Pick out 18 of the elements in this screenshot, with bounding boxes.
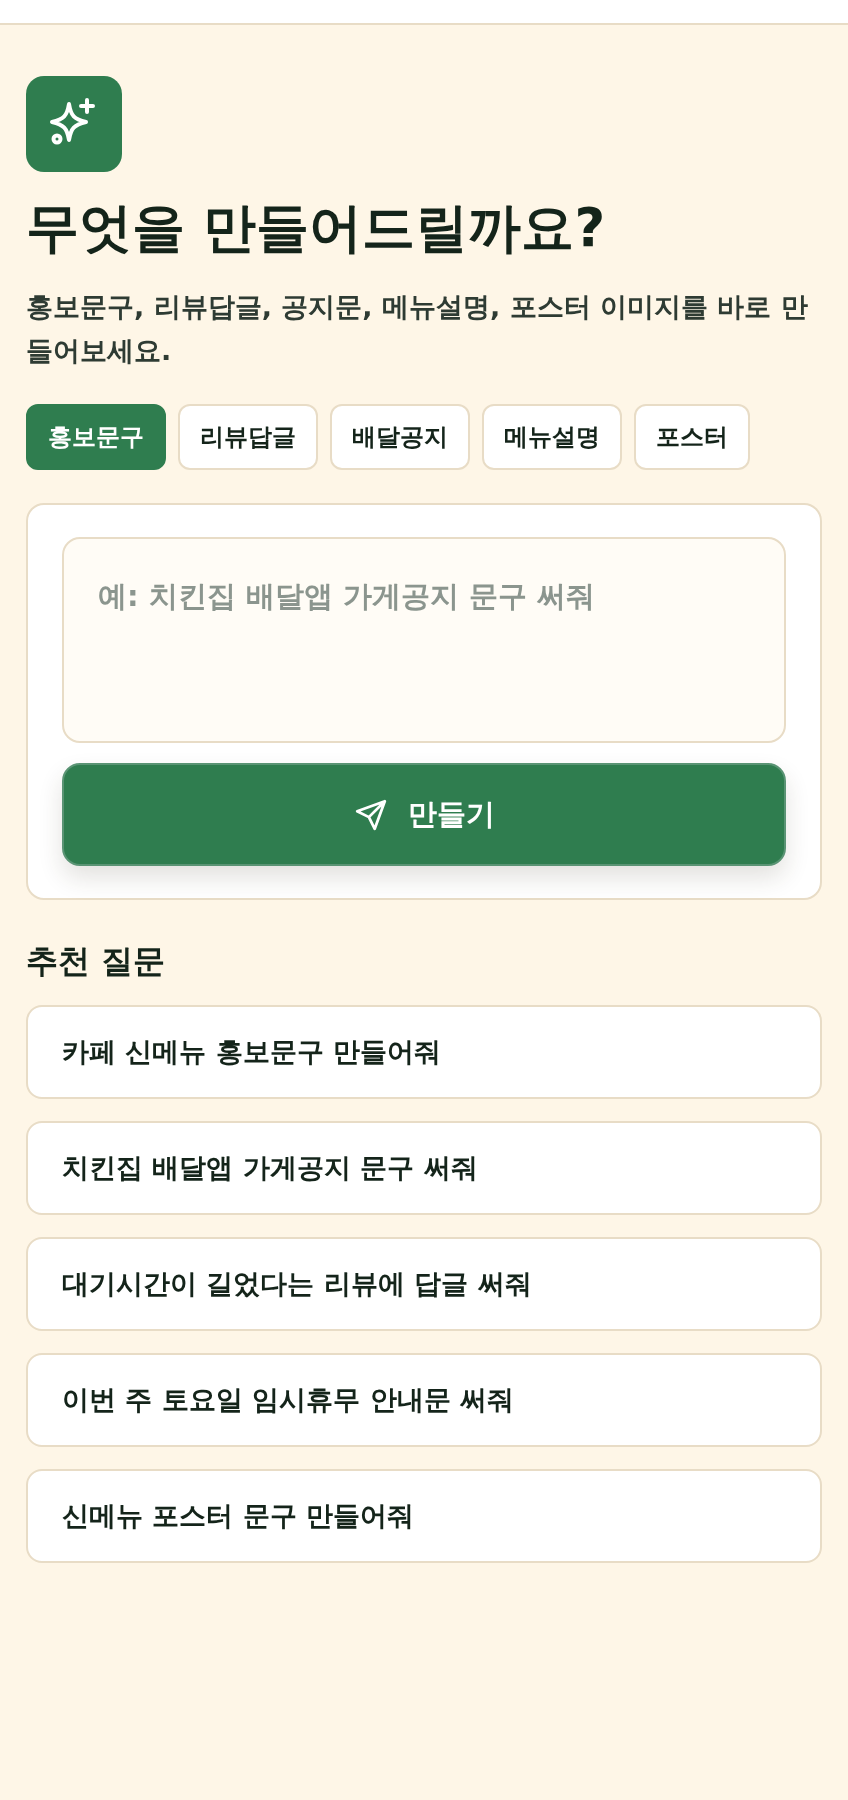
suggestion-item[interactable]: 신메뉴 포스터 문구 만들어줘 [26, 1469, 822, 1563]
suggestion-item[interactable]: 치킨집 배달앱 가게공지 문구 써줘 [26, 1121, 822, 1215]
category-tab[interactable]: 리뷰답글 [178, 404, 318, 470]
page-title: 무엇을 만들어드릴까요? [26, 196, 606, 260]
suggestion-item[interactable]: 카페 신메뉴 홍보문구 만들어줘 [26, 1005, 822, 1099]
page-subtitle: 홍보문구, 리뷰답글, 공지문, 메뉴설명, 포스터 이미지를 바로 만들어보세요. [26, 290, 809, 368]
suggestion-item[interactable]: 이번 주 토요일 임시휴무 안내문 써줘 [26, 1353, 822, 1447]
create-button[interactable]: 만들기 [62, 763, 786, 866]
category-tab[interactable]: 포스터 [634, 404, 750, 470]
category-tab[interactable]: 배달공지 [330, 404, 470, 470]
suggestion-item[interactable]: 대기시간이 길었다는 리뷰에 답글 써줘 [26, 1237, 822, 1331]
prompt-input[interactable]: 예: 치킨집 배달앱 가게공지 문구 써줘 [62, 537, 786, 743]
sparkle-icon [26, 76, 122, 172]
category-tab[interactable]: 메뉴설명 [482, 404, 622, 470]
category-tab[interactable]: 홍보문구 [26, 404, 166, 470]
section-title: 추천 질문 [26, 941, 166, 981]
create-button-label: 만들기 [407, 795, 495, 833]
send-icon [353, 797, 388, 832]
